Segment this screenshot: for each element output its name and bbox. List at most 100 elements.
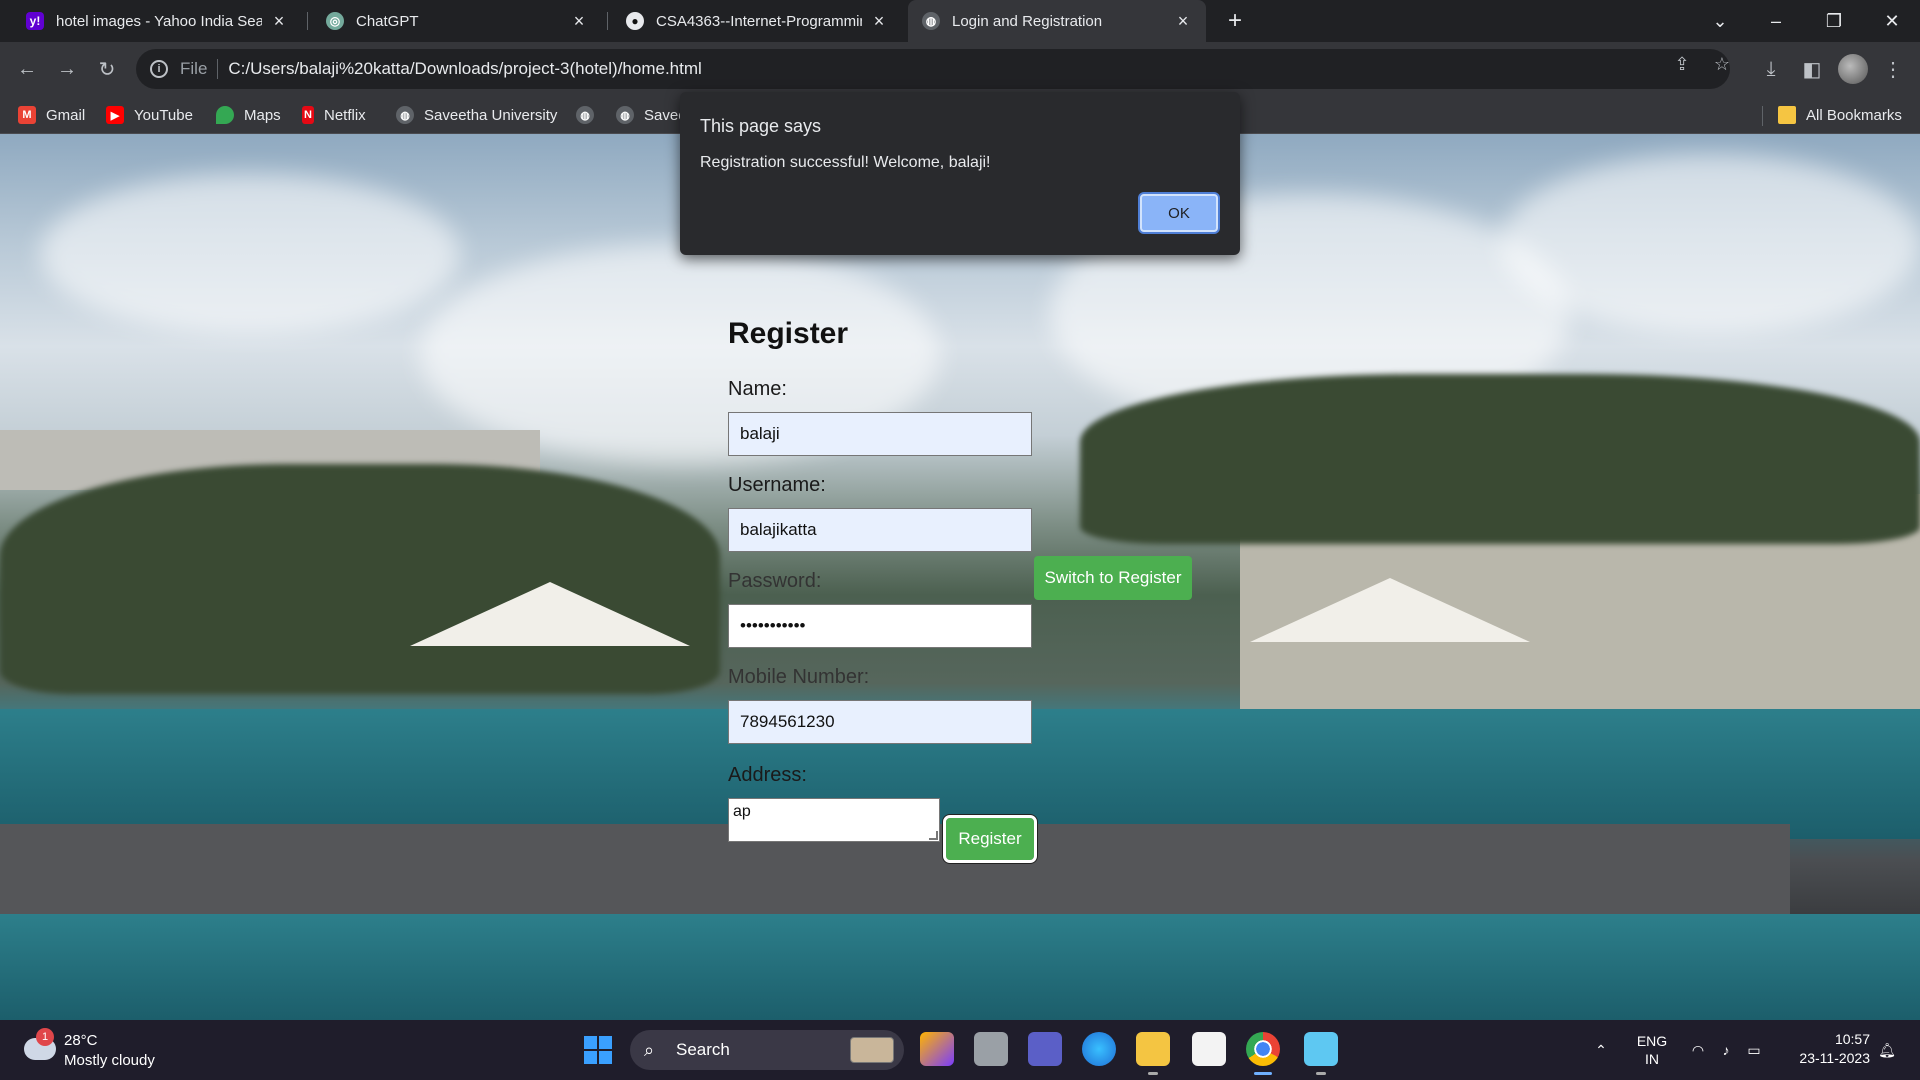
weather-temp: 28°C — [64, 1032, 98, 1049]
clock-date: 23-11-2023 — [1799, 1050, 1870, 1066]
star-icon[interactable]: ☆ — [1710, 52, 1734, 76]
bookmark-youtube[interactable]: ▶ YouTube — [106, 104, 193, 126]
tab-github[interactable]: ● CSA4363--Internet-Programmin × — [612, 0, 902, 42]
microsoft-store-icon[interactable] — [1192, 1032, 1226, 1066]
address-textarea[interactable]: ap — [728, 798, 940, 842]
tab-search-icon[interactable]: ⌄ — [1692, 0, 1748, 42]
wifi-icon[interactable]: ◠ — [1686, 1020, 1710, 1080]
edge-icon[interactable] — [1082, 1032, 1116, 1066]
start-button[interactable] — [584, 1036, 612, 1064]
chrome-icon[interactable] — [1246, 1032, 1280, 1075]
windows-logo-pane — [599, 1051, 612, 1064]
battery-icon[interactable]: ▭ — [1742, 1020, 1766, 1080]
download-icon[interactable]: ⤓ — [1756, 54, 1786, 84]
browser-toolbar: ← → ↻ i File C:/Users/balaji%20katta/Dow… — [0, 42, 1920, 96]
bookmark-globe[interactable]: ◍ — [576, 104, 604, 126]
bookmark-savee[interactable]: ◍ Savee — [616, 104, 687, 126]
language-indicator[interactable]: ENG IN — [1628, 1032, 1676, 1068]
tab-title: hotel images - Yahoo India Sear — [56, 12, 262, 30]
register-button[interactable]: Register — [943, 815, 1037, 863]
new-tab-icon[interactable]: + — [1222, 8, 1248, 34]
netflix-icon: N — [302, 106, 314, 124]
name-input[interactable]: balaji — [728, 412, 1032, 456]
share-icon[interactable]: ⇪ — [1670, 52, 1694, 76]
clock-time: 10:57 — [1834, 1031, 1870, 1047]
restore-icon[interactable]: ❐ — [1806, 0, 1862, 42]
bookmark-netflix[interactable]: N Netflix — [302, 104, 366, 126]
close-tab-icon[interactable]: × — [270, 11, 288, 32]
trees — [0, 464, 720, 694]
address-divider — [217, 59, 219, 79]
bookmark-saveetha[interactable]: ◍ Saveetha University — [396, 104, 557, 126]
menu-icon[interactable]: ⋮ — [1878, 54, 1908, 84]
volume-icon[interactable]: ♪ — [1714, 1020, 1738, 1080]
chatgpt-icon: ◎ — [326, 12, 344, 30]
bookmark-label: Maps — [244, 106, 281, 124]
taskbar-search[interactable]: ⌕ Search — [630, 1030, 904, 1070]
mobile-label: Mobile Number: — [728, 666, 870, 688]
switch-to-register-button[interactable]: Switch to Register — [1034, 556, 1192, 600]
bookmark-gmail[interactable]: M Gmail — [18, 104, 85, 126]
tab-login-registration[interactable]: ◍ Login and Registration × — [908, 0, 1206, 42]
minimize-icon[interactable]: – — [1748, 0, 1804, 42]
bookmark-maps[interactable]: Maps — [216, 104, 281, 126]
umbrella — [1250, 578, 1530, 642]
ok-button[interactable]: OK — [1140, 194, 1218, 232]
all-bookmarks-label: All Bookmarks — [1806, 106, 1902, 124]
info-icon[interactable]: i — [150, 60, 168, 78]
search-icon: ⌕ — [644, 1040, 655, 1060]
bookmark-label: YouTube — [134, 106, 193, 124]
tab-strip: y! hotel images - Yahoo India Sear × ◎ C… — [0, 0, 1920, 42]
yahoo-icon: y! — [26, 12, 44, 30]
reload-icon[interactable]: ↻ — [92, 54, 122, 84]
maps-icon — [216, 106, 234, 124]
task-view-icon[interactable] — [974, 1032, 1008, 1066]
username-input[interactable]: balajikatta — [728, 508, 1032, 552]
username-label: Username: — [728, 474, 826, 496]
address-bar[interactable]: i File C:/Users/balaji%20katta/Downloads… — [136, 49, 1730, 89]
tab-title: ChatGPT — [356, 12, 419, 30]
file-explorer-icon[interactable] — [1136, 1032, 1170, 1075]
tab-yahoo[interactable]: y! hotel images - Yahoo India Sear × — [12, 0, 302, 42]
windows-logo-pane — [584, 1036, 597, 1049]
password-input[interactable]: ••••••••••• — [728, 604, 1032, 648]
resize-grip-icon[interactable] — [929, 831, 938, 840]
address-label: Address: — [728, 764, 807, 786]
profile-avatar[interactable] — [1838, 54, 1868, 84]
tray-overflow-icon[interactable]: ⌃ — [1586, 1020, 1616, 1080]
gmail-icon: M — [18, 106, 36, 124]
alert-dialog: This page says Registration successful! … — [680, 92, 1240, 255]
notification-bell-icon[interactable]: 🔔︎ — [1874, 1020, 1900, 1080]
all-bookmarks[interactable]: All Bookmarks — [1778, 104, 1902, 126]
globe-icon: ◍ — [396, 106, 414, 124]
youtube-icon: ▶ — [106, 106, 124, 124]
address-url[interactable]: C:/Users/balaji%20katta/Downloads/projec… — [228, 59, 701, 79]
close-tab-icon[interactable]: × — [570, 11, 588, 32]
name-label: Name: — [728, 378, 787, 400]
close-window-icon[interactable]: ✕ — [1864, 0, 1920, 42]
copilot-icon[interactable] — [920, 1032, 954, 1066]
weather-widget[interactable]: 1 28°C Mostly cloudy — [22, 1028, 192, 1072]
close-tab-icon[interactable]: × — [1174, 11, 1192, 32]
side-panel-icon[interactable]: ◧ — [1797, 54, 1827, 84]
forward-icon[interactable]: → — [52, 54, 82, 84]
pool — [0, 914, 1920, 1020]
close-tab-icon[interactable]: × — [870, 11, 888, 32]
notepad-icon[interactable] — [1304, 1032, 1338, 1075]
dialog-title: This page says — [700, 116, 822, 136]
windows-logo-pane — [584, 1051, 597, 1064]
globe-icon: ◍ — [616, 106, 634, 124]
folder-icon — [1778, 106, 1796, 124]
tab-separator — [307, 12, 308, 30]
teams-icon[interactable] — [1028, 1032, 1062, 1066]
tab-chatgpt[interactable]: ◎ ChatGPT × — [312, 0, 602, 42]
notification-badge: 1 — [36, 1028, 54, 1046]
weather-desc: Mostly cloudy — [64, 1052, 155, 1069]
bookmarks-divider — [1762, 106, 1763, 126]
search-label: Search — [676, 1040, 730, 1059]
clock[interactable]: 10:57 23-11-2023 — [1778, 1030, 1870, 1068]
dialog-message: Registration successful! Welcome, balaji… — [700, 154, 991, 171]
mobile-input[interactable]: 7894561230 — [728, 700, 1032, 744]
page-title: Register — [728, 317, 849, 350]
back-icon[interactable]: ← — [12, 54, 42, 84]
